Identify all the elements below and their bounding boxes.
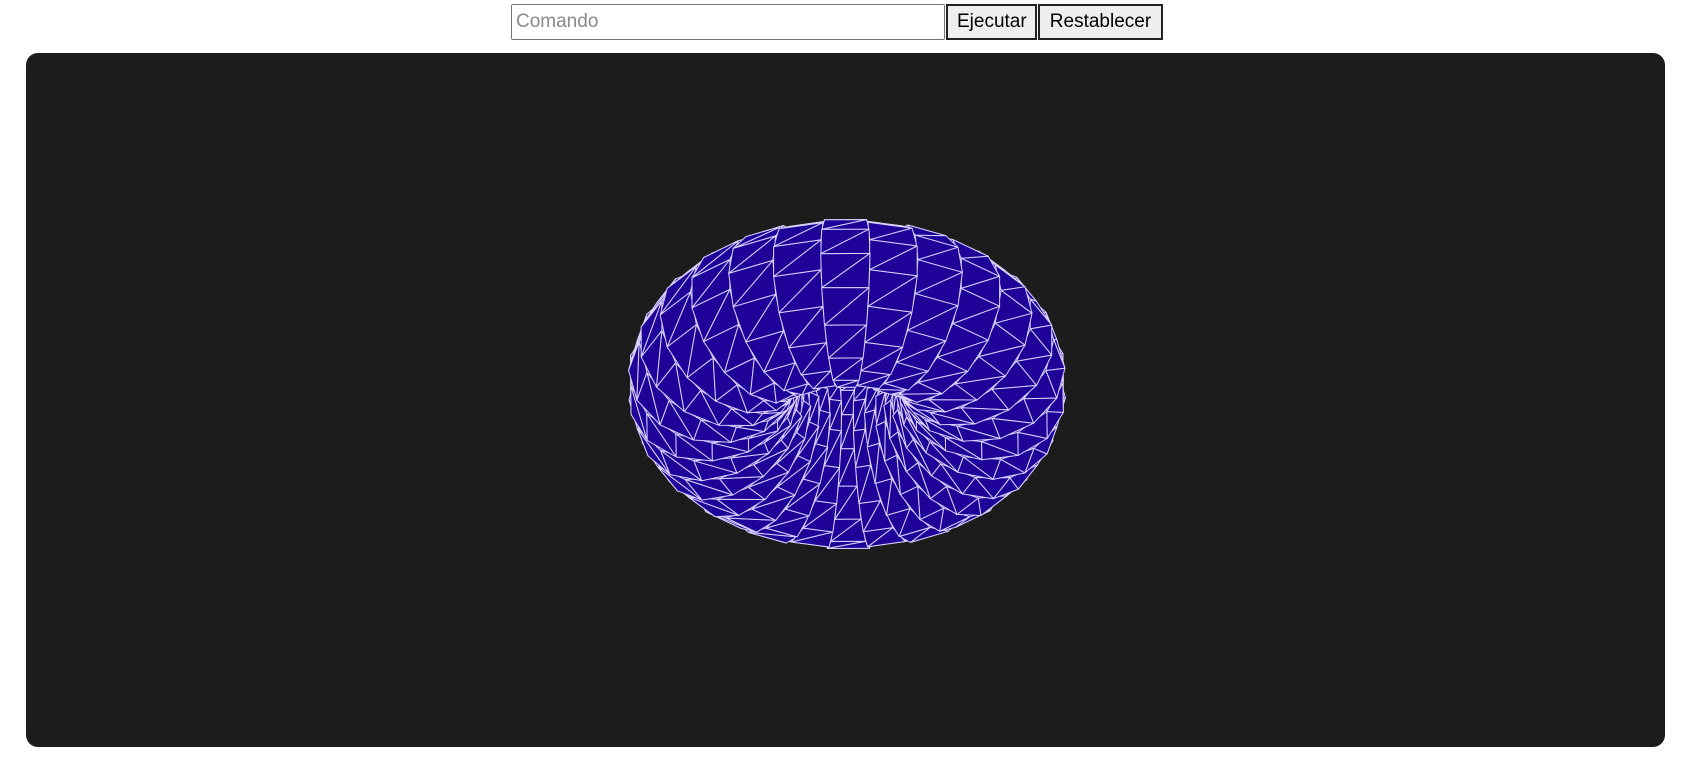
3d-viewport-canvas[interactable] (26, 53, 1665, 747)
command-input[interactable] (511, 4, 945, 40)
torus-face (1046, 411, 1064, 439)
command-bar: Ejecutar Restablecer (511, 4, 1163, 40)
reset-button[interactable]: Restablecer (1038, 4, 1163, 40)
execute-button[interactable]: Ejecutar (946, 4, 1037, 40)
torus-model (628, 219, 1066, 549)
torus-face (1029, 298, 1053, 330)
